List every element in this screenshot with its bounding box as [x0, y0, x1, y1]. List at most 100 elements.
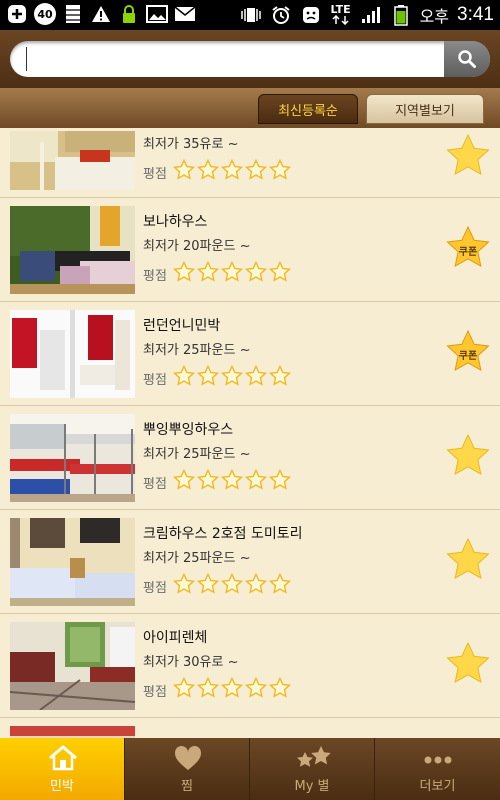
coupon-label: 쿠폰 — [458, 350, 478, 362]
rating-star-icon — [172, 572, 197, 599]
listing-photo — [10, 310, 135, 398]
search-input[interactable] — [26, 47, 436, 71]
listing-rating: 평점 — [143, 260, 433, 288]
add-icon — [6, 3, 28, 25]
favorite-star-icon — [446, 133, 490, 175]
more-icon — [424, 756, 451, 764]
listing-price: 최저가 25파운드 ~ — [143, 343, 251, 358]
nav-my-stars-label: My 별 — [294, 779, 330, 794]
rating-star-icon — [244, 676, 269, 703]
favorite-button[interactable] — [444, 432, 492, 480]
coupon-badge[interactable]: 쿠폰 — [444, 328, 492, 376]
vibrate-icon — [240, 4, 262, 26]
listing-price: 최저가 20파운드 ~ — [143, 239, 251, 254]
listing-photo — [10, 206, 135, 294]
listing-photo — [10, 131, 135, 190]
battery-icon — [390, 4, 412, 26]
rating-stars — [172, 572, 293, 599]
nav-my-stars[interactable]: My 별 — [250, 738, 375, 800]
rating-star-icon — [244, 468, 269, 495]
rating-star-icon — [220, 260, 245, 287]
lock-icon — [118, 3, 140, 25]
gallery-icon — [146, 3, 168, 25]
listing-photo — [10, 726, 135, 738]
listing-photo — [10, 518, 135, 606]
rating-stars — [172, 158, 293, 185]
listing-name: 아이피렌체 — [143, 630, 208, 646]
list-item[interactable]: 런던언니민박 최저가 25파운드 ~ 평점 쿠폰 — [0, 302, 500, 406]
favorite-button[interactable] — [444, 640, 492, 688]
listing-price: 최저가 25파운드 ~ — [143, 551, 251, 566]
rating-star-icon — [268, 158, 293, 185]
listing-name: 크림하우스 2호점 도미토리 — [143, 526, 303, 542]
data-arrows-icon — [332, 15, 349, 25]
listing-list[interactable]: 최저가 35유로 ~ 평점 보나하우스 최저가 20파운드 ~ 평점 쿠폰 런던… — [0, 128, 500, 738]
coupon-badge[interactable]: 쿠폰 — [444, 224, 492, 272]
list-item[interactable]: 뿌잉뿌잉하우스 최저가 25파운드 ~ 평점 — [0, 406, 500, 510]
search-header — [0, 30, 500, 88]
rating-star-icon — [220, 364, 245, 391]
list-item[interactable]: 최저가 35유로 ~ 평점 — [0, 128, 500, 198]
favorite-button[interactable] — [444, 536, 492, 584]
listing-rating: 평점 — [143, 676, 433, 704]
signal-icon — [360, 4, 382, 26]
rating-star-icon — [244, 364, 269, 391]
favorite-star-icon — [446, 433, 490, 475]
email-icon — [174, 3, 196, 25]
notification-count-badge: 40 — [34, 3, 56, 25]
rating-stars — [172, 468, 293, 495]
rating-star-icon — [172, 260, 197, 287]
list-item[interactable]: 크림하우스 2호점 도미토리 최저가 25파운드 ~ 평점 — [0, 510, 500, 614]
nav-more[interactable]: 더보기 — [375, 738, 500, 800]
nav-minbak-label: 민박 — [50, 779, 74, 794]
rating-star-icon — [244, 158, 269, 185]
rating-star-icon — [196, 676, 221, 703]
rating-star-icon — [244, 260, 269, 287]
warning-icon — [90, 3, 112, 25]
favorite-star-icon — [446, 537, 490, 579]
rating-star-icon — [220, 676, 245, 703]
listing-price: 최저가 30유로 ~ — [143, 655, 239, 670]
tab-by-region[interactable]: 지역별보기 — [366, 94, 484, 124]
list-item[interactable] — [0, 718, 500, 738]
network-type-label: LTE — [330, 3, 351, 16]
face-icon — [300, 4, 322, 26]
rating-star-icon — [196, 468, 221, 495]
rating-star-icon — [220, 158, 245, 185]
sort-tab-bar: 최신등록순 지역별보기 — [0, 88, 500, 128]
listing-photo — [10, 622, 135, 710]
search-bar — [10, 41, 490, 77]
search-button[interactable] — [444, 41, 490, 77]
listing-name: 런던언니민박 — [143, 318, 221, 334]
rating-label: 평점 — [143, 476, 167, 492]
clock-time: 3:41 — [457, 4, 494, 25]
nav-favorites[interactable]: 찜 — [125, 738, 250, 800]
rating-star-icon — [268, 364, 293, 391]
list-item[interactable]: 아이피렌체 최저가 30유로 ~ 평점 — [0, 614, 500, 718]
listing-rating: 평점 — [143, 468, 433, 496]
listing-rating: 평점 — [143, 572, 433, 600]
rating-star-icon — [220, 572, 245, 599]
nav-more-label: 더보기 — [419, 779, 456, 794]
favorite-button[interactable] — [444, 132, 492, 180]
nav-minbak[interactable]: 민박 — [0, 738, 125, 800]
tab-latest[interactable]: 최신등록순 — [258, 94, 358, 124]
alarm-icon — [270, 4, 292, 26]
rating-star-icon — [220, 468, 245, 495]
favorite-star-icon — [446, 641, 490, 683]
rating-star-icon — [172, 468, 197, 495]
listing-price: 최저가 25파운드 ~ — [143, 447, 251, 462]
list-item[interactable]: 보나하우스 최저가 20파운드 ~ 평점 쿠폰 — [0, 198, 500, 302]
rating-star-icon — [268, 468, 293, 495]
house-icon — [48, 745, 77, 771]
rating-label: 평점 — [143, 166, 167, 182]
bottom-navigation: 민박 찜 My 별 더보기 — [0, 738, 500, 800]
listing-rating: 평점 — [143, 158, 433, 186]
rating-star-icon — [172, 364, 197, 391]
rating-star-icon — [196, 572, 221, 599]
time-ampm: 오후 — [419, 7, 450, 26]
rating-stars — [172, 676, 293, 703]
nav-favorites-label: 찜 — [181, 779, 193, 794]
rating-star-icon — [196, 260, 221, 287]
stars-icon — [296, 746, 331, 767]
